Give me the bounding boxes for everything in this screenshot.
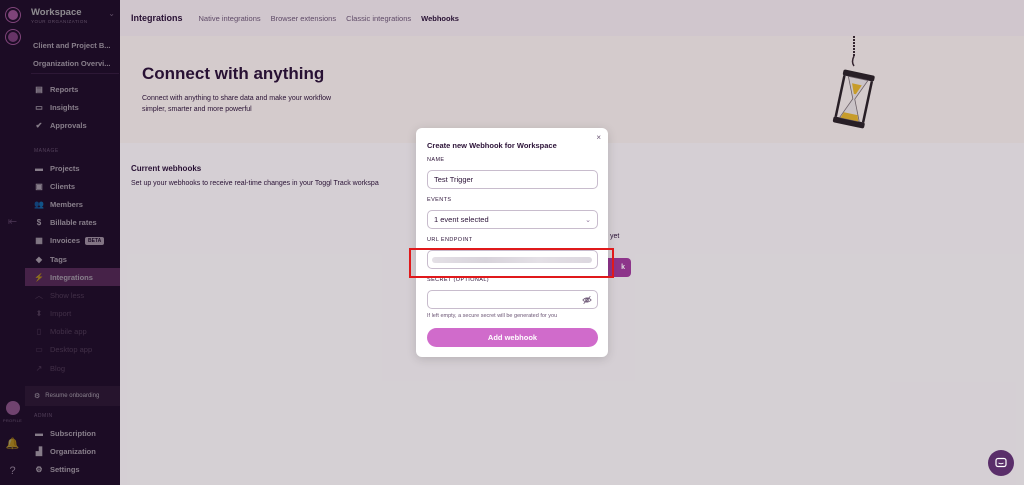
sidebar-backdrop	[0, 0, 120, 485]
annotation-highlight	[409, 248, 614, 278]
secret-hint: If left empty, a secure secret will be g…	[427, 313, 558, 319]
chat-launcher-button[interactable]	[988, 450, 1014, 476]
events-select[interactable]: 1 event selected ⌄	[427, 210, 598, 229]
close-icon[interactable]: ×	[596, 133, 601, 142]
chevron-down-icon: ⌄	[585, 216, 591, 224]
url-endpoint-label: URL ENDPOINT	[427, 237, 473, 243]
eye-off-icon[interactable]	[582, 295, 592, 305]
name-field[interactable]: Test Trigger	[427, 170, 598, 189]
secret-field[interactable]	[427, 290, 598, 309]
chat-icon	[995, 457, 1007, 468]
add-webhook-button[interactable]: Add webhook	[427, 328, 598, 347]
events-label: EVENTS	[427, 197, 452, 203]
modal-title: Create new Webhook for Workspace	[427, 141, 557, 150]
create-webhook-modal: × Create new Webhook for Workspace NAME …	[416, 128, 608, 357]
name-label: NAME	[427, 157, 445, 163]
